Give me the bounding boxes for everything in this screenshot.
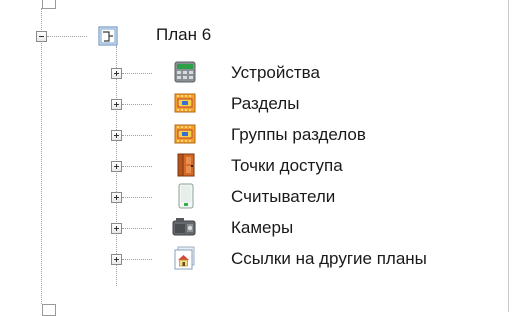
tree-connector	[122, 104, 152, 105]
next-node-stub	[42, 304, 56, 316]
cameras-label: Камеры	[231, 218, 294, 237]
plan-links-icon	[174, 246, 195, 270]
plan-links-label: Ссылки на другие планы	[231, 249, 427, 268]
tree-panel: План 6 Устройства Разделы Группы раздело…	[0, 0, 509, 316]
access-points-label: Точки доступа	[231, 156, 343, 175]
tree-connector	[122, 259, 152, 260]
expand-toggle[interactable]	[111, 99, 122, 110]
tree-connector	[47, 36, 87, 37]
partitions-label: Разделы	[231, 94, 300, 113]
readers-label: Считыватели	[231, 187, 336, 206]
devices-label: Устройства	[231, 63, 320, 82]
expand-toggle[interactable]	[111, 161, 122, 172]
access-points-icon	[177, 153, 195, 177]
cameras-icon	[172, 218, 196, 236]
expand-toggle[interactable]	[111, 68, 122, 79]
plan-icon	[98, 26, 118, 46]
expand-toggle[interactable]	[111, 130, 122, 141]
tree-connector	[122, 166, 152, 167]
partition-groups-label: Группы разделов	[231, 125, 366, 144]
collapse-toggle[interactable]	[36, 31, 47, 42]
tree-connector	[122, 73, 152, 74]
expand-toggle[interactable]	[111, 192, 122, 203]
expand-toggle[interactable]	[111, 254, 122, 265]
expand-toggle[interactable]	[111, 223, 122, 234]
tree-guide-line	[41, 8, 42, 304]
tree-connector	[122, 135, 152, 136]
partitions-icon	[174, 93, 196, 113]
partition-groups-icon	[174, 124, 196, 144]
tree-connector	[122, 228, 152, 229]
previous-node-stub	[42, 0, 56, 9]
plan-label: План 6	[156, 25, 212, 44]
readers-icon	[178, 183, 194, 209]
tree-connector	[122, 197, 152, 198]
devices-icon	[174, 61, 196, 83]
